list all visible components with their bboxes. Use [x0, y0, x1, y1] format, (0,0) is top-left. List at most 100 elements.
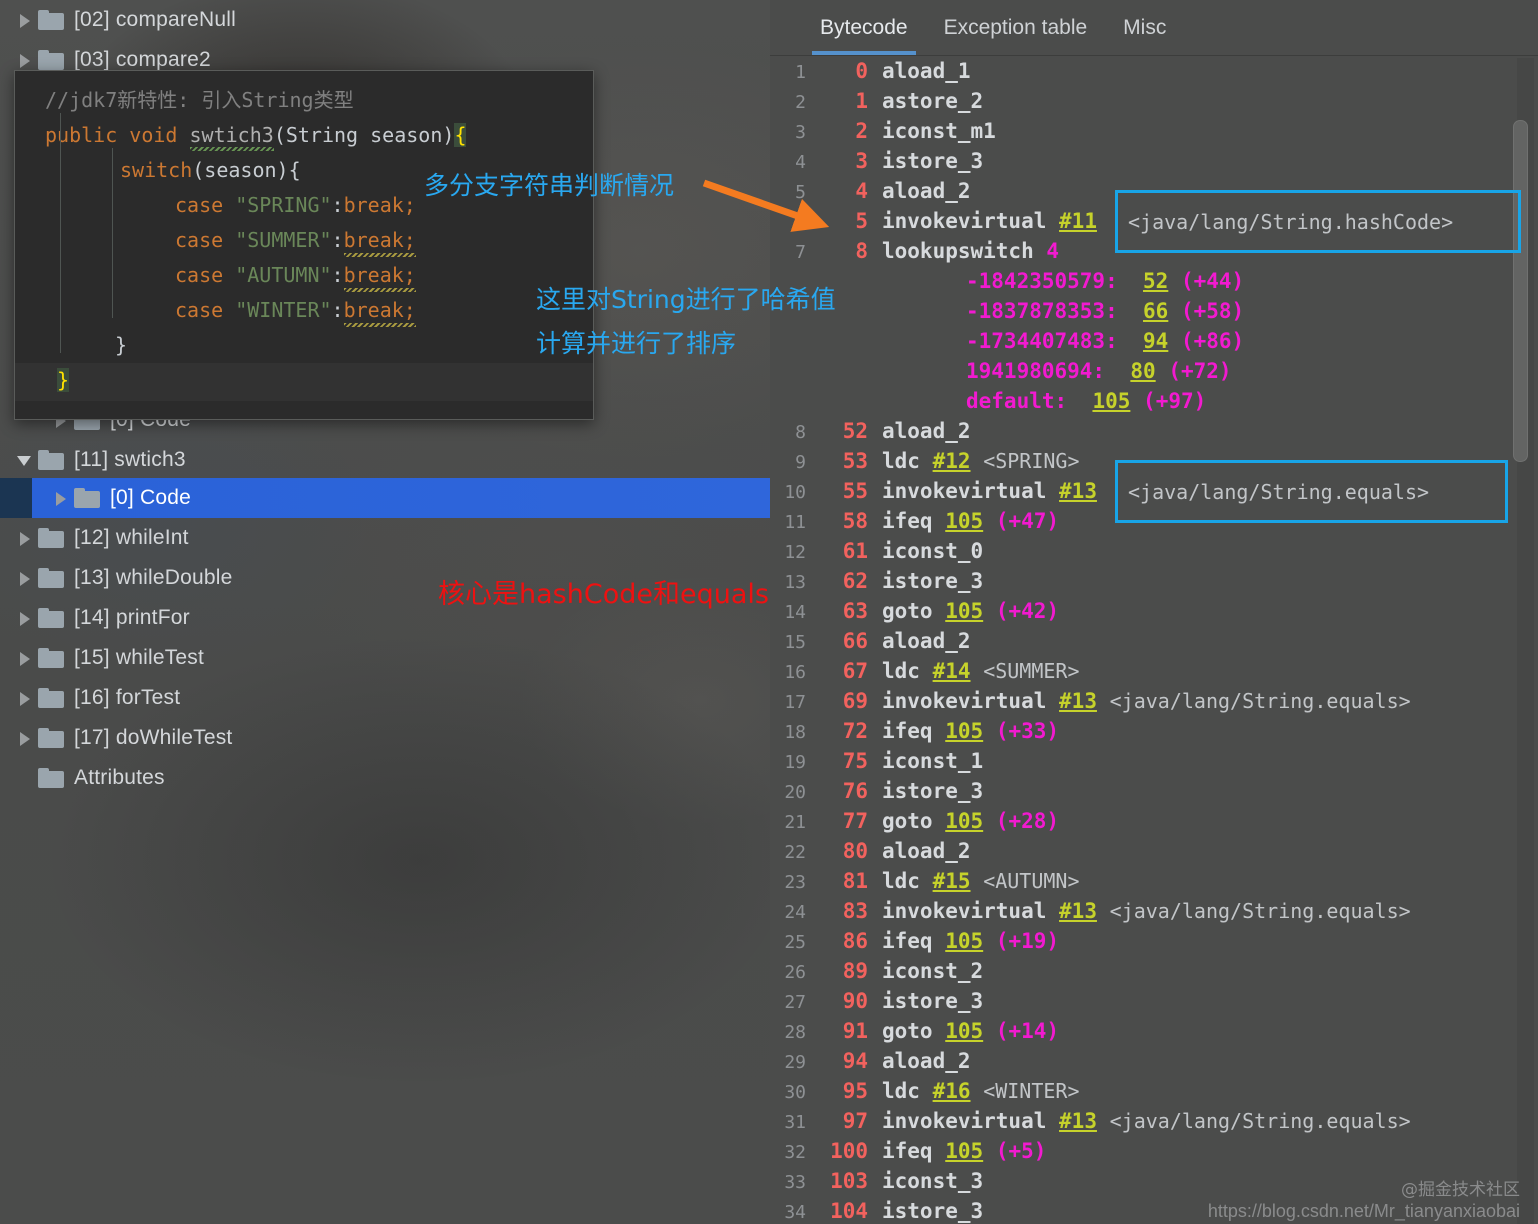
- bytecode-row[interactable]: 27 90 istore_3: [770, 986, 1538, 1016]
- bytecode-row[interactable]: 15 66 aload_2: [770, 626, 1538, 656]
- tree-item-9[interactable]: [16] forTest: [0, 678, 770, 718]
- lookupswitch-target[interactable]: 80: [1130, 359, 1155, 383]
- bytecode-row[interactable]: 22 80 aload_2: [770, 836, 1538, 866]
- jump-delta: (+19): [995, 929, 1060, 953]
- bytecode-opcode: invokevirtual: [882, 689, 1047, 713]
- chevron-right-icon[interactable]: [16, 52, 32, 68]
- bytecode-row[interactable]: 3 2 iconst_m1: [770, 116, 1538, 146]
- tree-item-3[interactable]: [11] swtich3: [0, 440, 770, 480]
- bytecode-row[interactable]: 14 63 goto 105 (+42): [770, 596, 1538, 626]
- bytecode-instruction: ifeq 105 (+5): [882, 1136, 1538, 1166]
- jump-target[interactable]: 105: [945, 929, 983, 953]
- bytecode-row[interactable]: 32 100 ifeq 105 (+5): [770, 1136, 1538, 1166]
- chevron-right-icon[interactable]: [16, 730, 32, 746]
- lookupswitch-target[interactable]: 105: [1092, 389, 1130, 413]
- constant-pool-ref[interactable]: #16: [933, 1079, 971, 1103]
- bytecode-opcode: invokevirtual: [882, 479, 1047, 503]
- bytecode-row[interactable]: 29 94 aload_2: [770, 1046, 1538, 1076]
- bytecode-row[interactable]: 25 86 ifeq 105 (+19): [770, 926, 1538, 956]
- bytecode-row[interactable]: 24 83 invokevirtual #13 <java/lang/String.…: [770, 896, 1538, 926]
- jump-target[interactable]: 105: [945, 1019, 983, 1043]
- constant-pool-ref[interactable]: #12: [933, 449, 971, 473]
- bytecode-row[interactable]: 12 61 iconst_0: [770, 536, 1538, 566]
- tab-bytecode[interactable]: Bytecode: [802, 0, 926, 55]
- bytecode-row[interactable]: 11 58 ifeq 105 (+47): [770, 506, 1538, 536]
- lookupswitch-entry[interactable]: -1842350579: 52 (+44): [770, 266, 1538, 296]
- bytecode-row[interactable]: 17 69 invokevirtual #13 <java/lang/String.…: [770, 686, 1538, 716]
- lookupswitch-target[interactable]: 66: [1143, 299, 1168, 323]
- lookupswitch-entry[interactable]: -1734407483: 94 (+86): [770, 326, 1538, 356]
- lookupswitch-target[interactable]: 52: [1143, 269, 1168, 293]
- lookupswitch-entry[interactable]: 1941980694: 80 (+72): [770, 356, 1538, 386]
- chevron-down-icon[interactable]: [16, 452, 32, 468]
- bytecode-row[interactable]: 13 62 istore_3: [770, 566, 1538, 596]
- lookupswitch-target[interactable]: 94: [1143, 329, 1168, 353]
- case-colon: :: [331, 193, 344, 217]
- tree-item-label: [13] whileDouble: [74, 566, 233, 589]
- constant-pool-ref[interactable]: #13: [1059, 479, 1097, 503]
- bytecode-row[interactable]: 16 67 ldc #14 <SUMMER>: [770, 656, 1538, 686]
- constant-descriptor: <java/lang/String.equals>: [1109, 899, 1411, 923]
- bytecode-row[interactable]: 21 77 goto 105 (+28): [770, 806, 1538, 836]
- chevron-right-icon[interactable]: [16, 570, 32, 586]
- tree-item-4[interactable]: [0] Code: [0, 478, 770, 518]
- constant-pool-ref[interactable]: #13: [1059, 1109, 1097, 1133]
- chevron-right-icon[interactable]: [16, 690, 32, 706]
- bytecode-instruction: ldc #15 <AUTUMN>: [882, 866, 1538, 896]
- bytecode-row[interactable]: 18 72 ifeq 105 (+33): [770, 716, 1538, 746]
- bytecode-row[interactable]: 9 53 ldc #12 <SPRING>: [770, 446, 1538, 476]
- jump-target[interactable]: 105: [945, 599, 983, 623]
- lookupswitch-entry[interactable]: default: 105 (+97): [770, 386, 1538, 416]
- tab-bar[interactable]: Bytecode Exception table Misc: [770, 0, 1538, 56]
- constant-pool-ref[interactable]: #11: [1059, 209, 1097, 233]
- bytecode-row[interactable]: 28 91 goto 105 (+14): [770, 1016, 1538, 1046]
- bytecode-row[interactable]: 2 1 astore_2: [770, 86, 1538, 116]
- lookupswitch-key: default:: [966, 389, 1068, 413]
- bytecode-row[interactable]: 30 95 ldc #16 <WINTER>: [770, 1076, 1538, 1106]
- tab-exception-table[interactable]: Exception table: [926, 0, 1106, 55]
- tree-item-10[interactable]: [17] doWhileTest: [0, 718, 770, 758]
- bytecode-row[interactable]: 5 4 aload_2: [770, 176, 1538, 206]
- constant-pool-ref[interactable]: #14: [933, 659, 971, 683]
- jump-target[interactable]: 105: [945, 1139, 983, 1163]
- chevron-right-icon[interactable]: [16, 610, 32, 626]
- bytecode-line-number: 31: [784, 1112, 806, 1133]
- bytecode-row[interactable]: 31 97 invokevirtual #13 <java/lang/String.…: [770, 1106, 1538, 1136]
- tree-item-11[interactable]: Attributes: [0, 758, 770, 798]
- tab-misc[interactable]: Misc: [1105, 0, 1184, 55]
- bytecode-row[interactable]: 7 8 lookupswitch 4: [770, 236, 1538, 266]
- constant-pool-ref[interactable]: #13: [1059, 899, 1097, 923]
- bytecode-row[interactable]: 8 52 aload_2: [770, 416, 1538, 446]
- bytecode-row[interactable]: 23 81 ldc #15 <AUTUMN>: [770, 866, 1538, 896]
- bytecode-row[interactable]: 4 3 istore_3: [770, 146, 1538, 176]
- bytecode-instruction: ldc #16 <WINTER>: [882, 1076, 1538, 1106]
- bytecode-line-number: 18: [784, 722, 806, 743]
- tree-item-0[interactable]: [02] compareNull: [0, 0, 770, 40]
- jump-target[interactable]: 105: [945, 809, 983, 833]
- method-name: swtich3: [189, 123, 274, 147]
- bytecode-line-number: 9: [795, 452, 806, 473]
- tree-item-5[interactable]: [12] whileInt: [0, 518, 770, 558]
- bytecode-instruction: istore_3: [882, 986, 1538, 1016]
- constant-pool-ref[interactable]: #15: [933, 869, 971, 893]
- tree-item-8[interactable]: [15] whileTest: [0, 638, 770, 678]
- bytecode-instruction: aload_2: [882, 416, 1538, 446]
- bytecode-opcode: ifeq: [882, 929, 933, 953]
- folder-icon: [38, 728, 64, 748]
- chevron-right-icon[interactable]: [16, 12, 32, 28]
- chevron-right-icon[interactable]: [16, 650, 32, 666]
- jump-target[interactable]: 105: [945, 719, 983, 743]
- bytecode-row[interactable]: 20 76 istore_3: [770, 776, 1538, 806]
- bytecode-row[interactable]: 19 75 iconst_1: [770, 746, 1538, 776]
- bytecode-row[interactable]: 26 89 iconst_2: [770, 956, 1538, 986]
- lookupswitch-entry[interactable]: -1837878353: 66 (+58): [770, 296, 1538, 326]
- bytecode-row[interactable]: 1 0 aload_1: [770, 56, 1538, 86]
- bytecode-opcode: iconst_3: [882, 1169, 984, 1193]
- chevron-right-icon[interactable]: [16, 530, 32, 546]
- jump-target[interactable]: 105: [945, 509, 983, 533]
- constant-pool-ref[interactable]: #13: [1059, 689, 1097, 713]
- tree-item-label: [12] whileInt: [74, 526, 189, 549]
- chevron-right-icon[interactable]: [52, 490, 68, 506]
- case-value: "WINTER": [235, 298, 332, 322]
